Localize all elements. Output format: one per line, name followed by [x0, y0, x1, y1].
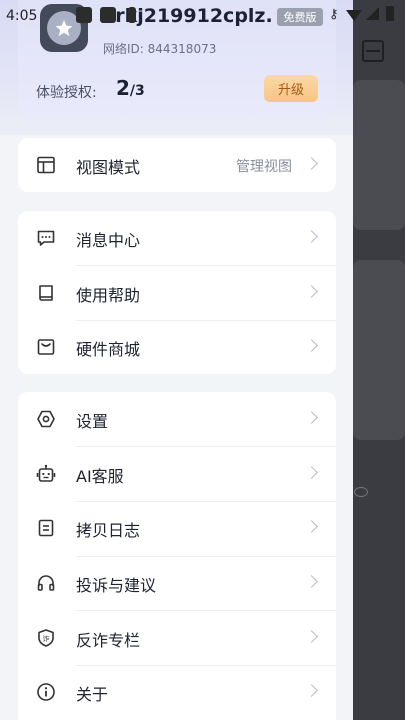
menu-item-label: 视图模式 — [76, 158, 141, 177]
info-icon — [36, 682, 56, 702]
menu-item-ai-service[interactable]: AI客服 — [18, 447, 336, 501]
shop-icon — [36, 337, 56, 357]
background-card — [353, 80, 405, 230]
menu-item-help[interactable]: 使用帮助 — [18, 266, 336, 320]
gear-icon — [36, 409, 56, 429]
headphones-icon — [36, 573, 56, 593]
chevron-right-icon — [305, 285, 318, 298]
upgrade-button[interactable]: 升级 — [264, 75, 318, 102]
menu-item-label: 使用帮助 — [76, 286, 141, 305]
robot-icon — [36, 464, 56, 484]
menu-item-hardware-shop[interactable]: 硬件商城 — [18, 320, 336, 374]
chevron-right-icon — [305, 520, 318, 533]
scan-icon[interactable] — [362, 40, 384, 62]
chevron-right-icon — [305, 411, 318, 424]
menu-item-label: 投诉与建议 — [76, 576, 157, 595]
menu-item-anti-fraud[interactable]: 诈 反诈专栏 — [18, 611, 336, 665]
message-icon — [36, 228, 56, 248]
trial-license-count: 2/3 — [116, 76, 145, 100]
menu-item-label: 设置 — [76, 412, 109, 431]
menu-item-label: 硬件商城 — [76, 340, 141, 359]
chevron-right-icon — [305, 230, 318, 243]
menu-item-settings[interactable]: 设置 — [18, 392, 336, 446]
menu-item-about[interactable]: 关于 — [18, 665, 336, 719]
book-icon — [36, 283, 56, 303]
menu-item-feedback[interactable]: 投诉与建议 — [18, 556, 336, 610]
username: 6rkj219912cplz... — [102, 5, 274, 27]
chevron-right-icon — [305, 630, 318, 643]
eye-icon — [354, 487, 368, 497]
chevron-right-icon — [305, 339, 318, 352]
side-drawer: 6rkj219912cplz... 免费版 网络ID: 844318073 体验… — [0, 0, 353, 720]
trial-license-label: 体验授权: — [36, 85, 97, 101]
network-id: 网络ID: 844318073 — [103, 42, 217, 56]
star-icon — [47, 11, 81, 45]
drawer-header: 6rkj219912cplz... 免费版 网络ID: 844318073 体验… — [0, 0, 353, 135]
background-card — [353, 260, 405, 440]
menu-item-label: 消息中心 — [76, 231, 141, 250]
menu-item-copy-log[interactable]: 拷贝日志 — [18, 501, 336, 555]
chevron-right-icon — [305, 684, 318, 697]
menu-item-label: AI客服 — [76, 467, 124, 486]
chevron-right-icon — [305, 466, 318, 479]
view-mode-card: 视图模式 管理视图 — [18, 138, 336, 192]
view-mode-value: 管理视图 — [236, 159, 292, 175]
menu-item-label: 关于 — [76, 685, 109, 704]
menu-item-label: 反诈专栏 — [76, 631, 141, 650]
log-icon — [36, 518, 56, 538]
menu-item-view-mode[interactable]: 视图模式 管理视图 — [18, 138, 336, 192]
free-version-badge: 免费版 — [277, 8, 323, 26]
svg-text:诈: 诈 — [43, 634, 50, 643]
menu-item-message-center[interactable]: 消息中心 — [18, 211, 336, 265]
menu-group-2: 设置 AI客服 拷贝日志 投诉与建议 诈 反诈专栏 关于 — [18, 392, 336, 720]
shield-icon: 诈 — [36, 628, 56, 648]
avatar[interactable] — [40, 4, 88, 52]
chevron-right-icon — [305, 575, 318, 588]
chevron-right-icon — [305, 157, 318, 170]
menu-group-1: 消息中心 使用帮助 硬件商城 — [18, 211, 336, 374]
menu-item-label: 拷贝日志 — [76, 521, 141, 540]
layout-icon — [36, 155, 56, 175]
